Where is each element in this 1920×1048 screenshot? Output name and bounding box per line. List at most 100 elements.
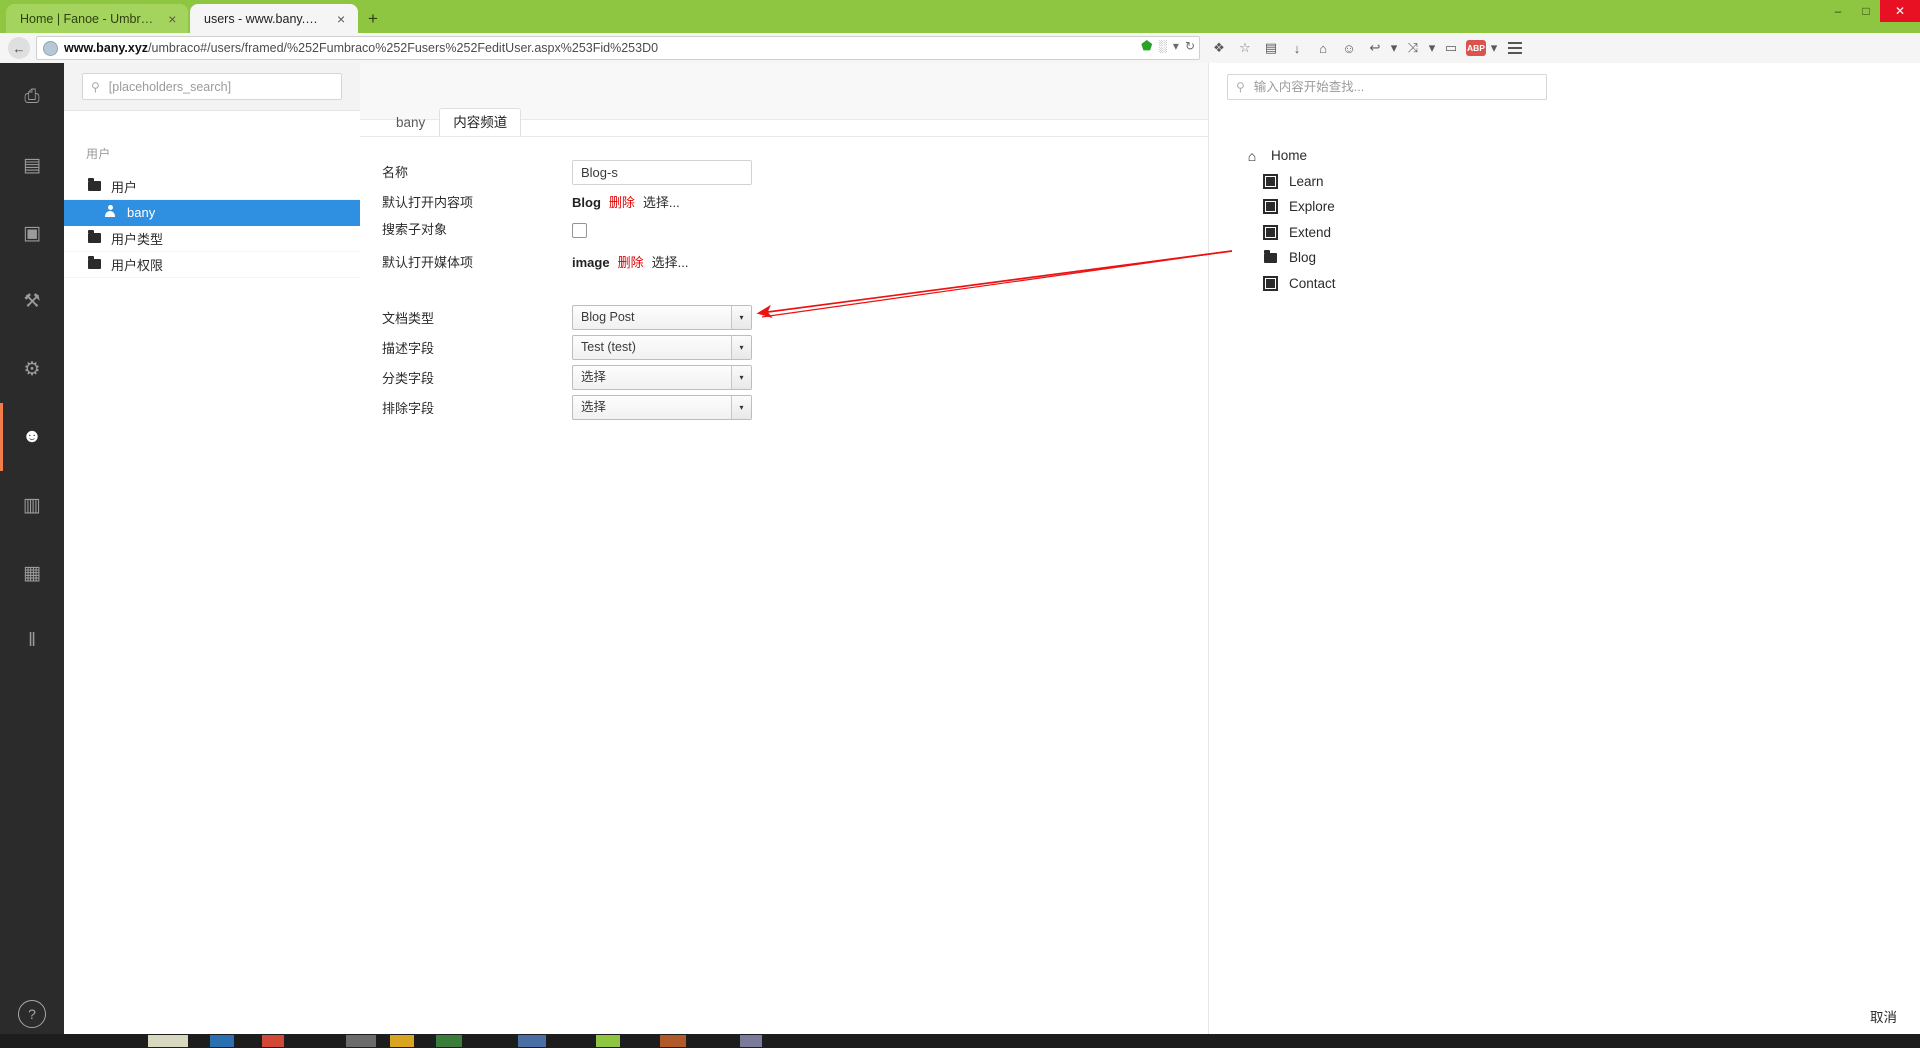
- help-icon: ?: [18, 1000, 46, 1028]
- taskbar-item[interactable]: [262, 1035, 284, 1047]
- field-value-default-content: Blog 删除 选择...: [572, 189, 680, 216]
- sidebar-item-images[interactable]: ▣: [0, 199, 64, 267]
- content-picker-panel: ⚲ ⌂ Home Learn Explore: [1208, 63, 1920, 1048]
- download-icon[interactable]: ↓: [1284, 36, 1310, 60]
- tree-item-bany[interactable]: bany: [64, 200, 360, 226]
- taskbar-item[interactable]: [390, 1035, 414, 1047]
- adblock-caret-icon[interactable]: ▾: [1488, 36, 1500, 60]
- field-row-name: 名称: [360, 159, 1208, 186]
- shield-icon[interactable]: ⬟: [1141, 39, 1152, 52]
- default-media-pick-link[interactable]: 选择...: [652, 255, 689, 270]
- taskbar-item[interactable]: [148, 1035, 188, 1047]
- chevron-down-icon[interactable]: ▾: [1173, 40, 1179, 52]
- content-picker-search-input[interactable]: [1251, 78, 1524, 95]
- sidebar-item-media[interactable]: ▤: [0, 131, 64, 199]
- reload-icon[interactable]: ↻: [1185, 40, 1195, 52]
- tree-item-label: 用户类型: [111, 232, 164, 247]
- field-row-default-content: 默认打开内容项 Blog 删除 选择...: [360, 189, 1208, 216]
- sidebar-item-content[interactable]: ⎙: [0, 63, 64, 131]
- content-item-home[interactable]: ⌂ Home: [1209, 143, 1920, 169]
- field-value-default-media: image 删除 选择...: [572, 249, 688, 276]
- browser-tab-0-close-icon[interactable]: ×: [167, 12, 178, 26]
- chevron-down-icon[interactable]: ▾: [731, 396, 751, 419]
- new-tab-button[interactable]: +: [362, 8, 384, 30]
- undo-caret-icon[interactable]: ▾: [1388, 36, 1400, 60]
- content-item-extend[interactable]: Extend: [1209, 220, 1920, 246]
- content-item-contact[interactable]: Contact: [1209, 271, 1920, 297]
- sidebar-item-users[interactable]: ☻: [0, 403, 64, 471]
- search-input[interactable]: [106, 78, 321, 95]
- chevron-down-icon[interactable]: ▾: [731, 336, 751, 359]
- sidebar-item-forms[interactable]: ▦: [0, 539, 64, 607]
- taskbar-item[interactable]: [660, 1035, 686, 1047]
- minimize-button[interactable]: –: [1824, 0, 1852, 22]
- clipboard-icon[interactable]: ▤: [1258, 36, 1284, 60]
- search-box[interactable]: ⚲: [82, 73, 342, 100]
- field-row-doc-type: 文档类型 Blog Post ▾: [360, 305, 1208, 332]
- undo-icon[interactable]: ↩: [1362, 36, 1388, 60]
- sidebar-item-members[interactable]: ▥: [0, 471, 64, 539]
- sidebar-item-developer[interactable]: ⚙: [0, 335, 64, 403]
- doc-type-select[interactable]: Blog Post ▾: [572, 305, 752, 330]
- sidebar-item-settings[interactable]: ⚒: [0, 267, 64, 335]
- taskbar-item[interactable]: [740, 1035, 762, 1047]
- bookmark-star-icon[interactable]: ☆: [1232, 36, 1258, 60]
- taskbar-item[interactable]: [346, 1035, 376, 1047]
- category-field-select[interactable]: 选择 ▾: [572, 365, 752, 390]
- content-item-blog[interactable]: Blog: [1209, 245, 1920, 271]
- browser-tab-1-close-icon[interactable]: ×: [334, 12, 348, 26]
- browser-tab-1[interactable]: users - www.bany.xyz ×: [190, 4, 358, 33]
- editor-tabs: bany 内容频道: [360, 108, 522, 137]
- content-channel-form: 名称 默认打开内容项 Blog删除选择... 搜索子对象: [360, 159, 1208, 422]
- tree-search-bar: ⚲: [64, 63, 360, 111]
- translate-icon[interactable]: ⤨: [1400, 36, 1426, 60]
- tree-item-user-types[interactable]: 用户类型: [64, 226, 360, 252]
- document-icon: ▤: [23, 154, 41, 176]
- content-item-explore[interactable]: Explore: [1209, 194, 1920, 220]
- taskbar-item[interactable]: [596, 1035, 620, 1047]
- field-value-name: [572, 159, 752, 186]
- sidebar-item-analytics[interactable]: ‖: [0, 607, 64, 675]
- user-icon: ☻: [22, 426, 42, 447]
- browser-tab-0[interactable]: Home | Fanoe - Umbraco St... ×: [6, 4, 188, 33]
- content-item-label: Extend: [1289, 224, 1332, 240]
- address-bar[interactable]: www.bany.xyz/umbraco#/users/framed/%252F…: [36, 36, 1200, 60]
- cancel-button[interactable]: 取消: [1870, 1006, 1897, 1026]
- taskbar-item[interactable]: [436, 1035, 462, 1047]
- home-icon[interactable]: ⌂: [1310, 36, 1336, 60]
- content-picker-search-box[interactable]: ⚲: [1227, 73, 1547, 100]
- search-children-checkbox[interactable]: [572, 223, 587, 238]
- grid-icon[interactable]: ░: [1158, 40, 1167, 52]
- field-value-doc-type: Blog Post ▾: [572, 305, 752, 330]
- close-window-button[interactable]: ✕: [1880, 0, 1920, 22]
- back-button-icon[interactable]: ←: [8, 37, 30, 59]
- image-icon: ▣: [23, 222, 41, 244]
- maximize-button[interactable]: □: [1852, 0, 1880, 22]
- translate-caret-icon[interactable]: ▾: [1426, 36, 1438, 60]
- chat-icon[interactable]: ▭: [1438, 36, 1464, 60]
- help-button[interactable]: ?: [0, 994, 64, 1034]
- adblock-icon[interactable]: ABP: [1466, 40, 1486, 56]
- chevron-down-icon[interactable]: ▾: [731, 366, 751, 389]
- document-icon: [1261, 224, 1279, 240]
- tab-content-channel[interactable]: 内容频道: [439, 108, 522, 137]
- default-media-remove-link[interactable]: 删除: [618, 255, 644, 270]
- browser-menu-button[interactable]: [1500, 36, 1530, 60]
- content-item-learn[interactable]: Learn: [1209, 169, 1920, 195]
- content-item-label: Blog: [1289, 250, 1317, 266]
- name-input[interactable]: [572, 160, 752, 185]
- exclude-field-select[interactable]: 选择 ▾: [572, 395, 752, 420]
- field-value-exclude-field: 选择 ▾: [572, 395, 752, 420]
- tree-item-user-permissions[interactable]: 用户权限: [64, 252, 360, 278]
- taskbar-item[interactable]: [210, 1035, 234, 1047]
- default-content-pick-link[interactable]: 选择...: [643, 195, 680, 210]
- users-tree-panel: ⚲ 用户 用户 bany 用户类型 用户权限: [64, 63, 361, 1048]
- chevron-down-icon[interactable]: ▾: [731, 306, 751, 329]
- tab-bany[interactable]: bany: [382, 108, 439, 137]
- smiley-icon[interactable]: ☺: [1336, 36, 1362, 60]
- default-content-remove-link[interactable]: 删除: [609, 195, 635, 210]
- desc-field-select[interactable]: Test (test) ▾: [572, 335, 752, 360]
- extension-icon[interactable]: ❖: [1206, 36, 1232, 60]
- tree-item-users-folder[interactable]: 用户: [64, 174, 360, 200]
- taskbar-item[interactable]: [518, 1035, 546, 1047]
